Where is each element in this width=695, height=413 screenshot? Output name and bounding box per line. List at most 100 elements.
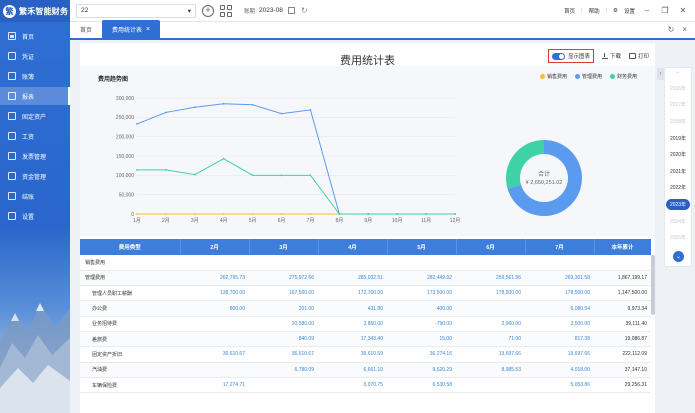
table-cell[interactable]: 282,449.92: [387, 270, 456, 287]
table-row[interactable]: 销售费用: [80, 255, 651, 271]
calendar-icon[interactable]: [287, 7, 295, 14]
table-cell[interactable]: -790.00: [387, 316, 456, 332]
table-cell[interactable]: 275,972.66: [249, 270, 318, 287]
table-cell[interactable]: 6,780.09: [249, 362, 318, 378]
sidebar-item-1[interactable]: 凭证: [0, 47, 70, 65]
table-cell[interactable]: [456, 377, 525, 394]
table-cell[interactable]: 178,500.00: [456, 285, 525, 302]
table-cell[interactable]: 167,500.00: [249, 285, 318, 302]
year-item[interactable]: 2022年: [665, 180, 691, 197]
show-chart-toggle[interactable]: 显示图表: [547, 49, 594, 63]
year-item[interactable]: 2023年: [665, 196, 691, 213]
sidebar-item-4[interactable]: 固定资产: [0, 107, 70, 125]
table-cell[interactable]: 4,018.00: [525, 362, 594, 378]
refresh-icon[interactable]: ↻: [301, 6, 308, 15]
chevron-up-icon[interactable]: ⌃: [675, 71, 680, 78]
apps-grid-button[interactable]: [220, 4, 232, 17]
table-cell[interactable]: 3,860.00: [318, 316, 387, 332]
table-cell[interactable]: 172,700.00: [318, 285, 387, 302]
sidebar-item-5[interactable]: 工资: [0, 127, 70, 145]
table-cell[interactable]: 817.38: [525, 331, 594, 348]
period-value[interactable]: 2023-08: [259, 7, 283, 14]
table-row[interactable]: 固定资产折旧 36,610.67 36,610.67 36,610.59 36,274.…: [80, 346, 651, 363]
table-scrollbar[interactable]: [651, 255, 655, 315]
table-cell[interactable]: 71.00: [456, 331, 525, 348]
table-row[interactable]: 差旅费 840.09 17,343.40 15.00 71.00 817.38 19,086…: [80, 331, 651, 348]
table-cell[interactable]: 431.80: [318, 300, 387, 317]
table-cell[interactable]: 173,500.00: [387, 285, 456, 302]
add-company-button[interactable]: +: [202, 4, 214, 17]
close-all-icon[interactable]: ×: [682, 25, 687, 34]
table-cell[interactable]: 36,610.67: [249, 346, 318, 363]
table-cell[interactable]: 178,500.00: [525, 285, 594, 302]
year-item[interactable]: 2019年: [665, 130, 691, 147]
table-cell[interactable]: [525, 255, 594, 271]
sidebar-item-3[interactable]: 报表: [0, 87, 70, 105]
table-cell[interactable]: 6,530.58: [387, 377, 456, 394]
table-cell[interactable]: 269,301.58: [525, 270, 594, 287]
table-cell[interactable]: 285,032.51: [318, 270, 387, 287]
table-cell[interactable]: [318, 255, 387, 271]
year-item[interactable]: 2021年: [665, 163, 691, 180]
chevron-down-icon[interactable]: ⌄: [673, 251, 684, 262]
minimize-icon[interactable]: –: [641, 6, 653, 15]
tab-expense-report[interactable]: 费用统计表 ×: [102, 20, 161, 38]
table-cell[interactable]: 400.00: [387, 300, 456, 317]
table-row[interactable]: 汽油费 6,780.09 6,661.10 9,520.29 8,985.53 4,018…: [80, 362, 651, 378]
table-cell[interactable]: 6,080.54: [525, 300, 594, 317]
company-select[interactable]: 22 ▾: [76, 3, 196, 18]
table-cell[interactable]: 36,274.16: [387, 346, 456, 363]
table-row[interactable]: 管理人员职工薪酬 138,700.00 167,500.00 172,700.00 17…: [80, 285, 651, 302]
table-row[interactable]: 业务招待费 20,580.00 3,860.00 -790.00 2,960.00 3,5…: [80, 316, 651, 332]
table-cell[interactable]: 36,610.67: [180, 346, 249, 363]
table-cell[interactable]: [180, 255, 249, 271]
table-cell[interactable]: 5,053.86: [525, 377, 594, 394]
table-row[interactable]: 车辆保险费 17,274.71 3,070.75 6,530.58 5,053.86 29…: [80, 377, 651, 394]
table-cell[interactable]: [387, 255, 456, 271]
tab-home[interactable]: 首页: [70, 20, 102, 38]
close-icon[interactable]: ×: [146, 26, 150, 33]
table-cell[interactable]: 20,580.00: [249, 316, 318, 332]
table-cell[interactable]: 19,697.66: [525, 346, 594, 363]
refresh-icon[interactable]: ↻: [668, 25, 675, 34]
table-row[interactable]: 办公费 800.00 201.00 431.80 400.00 6,080.54 9,973…: [80, 300, 651, 317]
year-item[interactable]: 2016年: [665, 80, 691, 97]
table-cell[interactable]: 17,343.40: [318, 331, 387, 348]
restore-icon[interactable]: ❐: [659, 6, 671, 15]
table-cell[interactable]: [180, 316, 249, 332]
table-cell[interactable]: [456, 255, 525, 271]
table-cell[interactable]: 840.09: [249, 331, 318, 348]
table-cell[interactable]: [249, 255, 318, 271]
table-cell[interactable]: 15.00: [387, 331, 456, 348]
top-link-home[interactable]: 首页: [564, 7, 575, 15]
year-item[interactable]: 2020年: [665, 146, 691, 163]
table-cell[interactable]: [180, 362, 249, 378]
table-cell[interactable]: 8,985.53: [456, 362, 525, 378]
sidebar-item-0[interactable]: 首页: [0, 27, 70, 45]
table-cell[interactable]: [456, 300, 525, 317]
table-cell[interactable]: 259,561.96: [456, 270, 525, 287]
table-cell[interactable]: 3,070.75: [318, 377, 387, 394]
sidebar-item-7[interactable]: 资金管理: [0, 167, 70, 185]
download-button[interactable]: 下载: [601, 52, 621, 60]
table-cell[interactable]: 2,960.00: [456, 316, 525, 332]
table-cell[interactable]: 9,520.29: [387, 362, 456, 378]
table-cell[interactable]: 3,500.00: [525, 316, 594, 332]
table-cell[interactable]: 138,700.00: [180, 285, 249, 302]
toggle-switch[interactable]: [551, 52, 565, 60]
table-cell[interactable]: 19,697.66: [456, 346, 525, 363]
sidebar-item-6[interactable]: 发票管理: [0, 147, 70, 165]
sidebar-item-9[interactable]: 设置: [0, 207, 70, 225]
top-link-help[interactable]: 帮助: [589, 7, 600, 15]
table-cell[interactable]: 6,661.10: [318, 362, 387, 378]
year-item[interactable]: 2024年: [665, 213, 691, 230]
year-item[interactable]: 2018年: [665, 113, 691, 130]
table-cell[interactable]: 201.00: [249, 300, 318, 317]
table-row[interactable]: 管理费用 262,795.73 275,972.66 285,032.51 282,44…: [80, 270, 651, 287]
sidebar-item-8[interactable]: 结账: [0, 187, 70, 205]
top-link-settings[interactable]: 设置: [624, 7, 635, 15]
table-cell[interactable]: 800.00: [180, 300, 249, 317]
table-cell[interactable]: [249, 377, 318, 394]
year-item[interactable]: 2025年: [665, 229, 691, 246]
table-cell[interactable]: 262,795.73: [180, 270, 249, 287]
